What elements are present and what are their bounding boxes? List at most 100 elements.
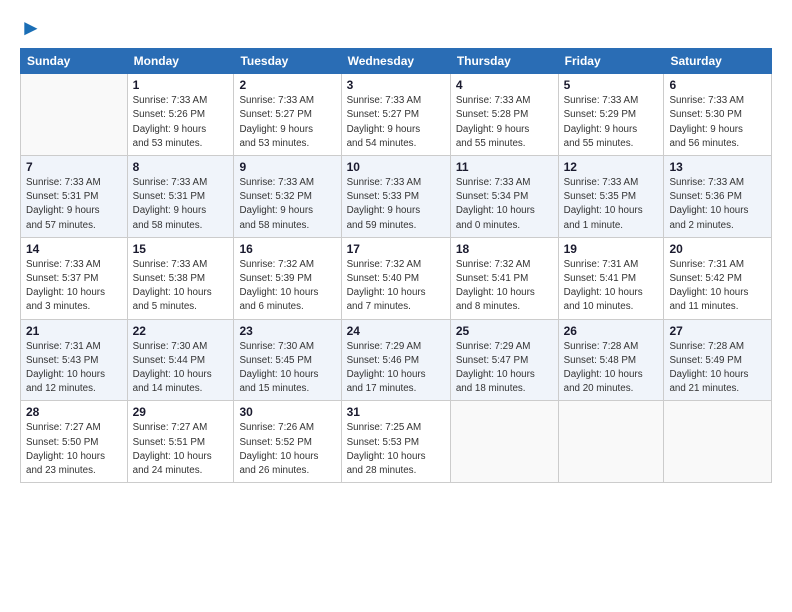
day-number: 25: [456, 324, 553, 338]
day-number: 20: [669, 242, 766, 256]
calendar-cell: 22 Sunrise: 7:30 AMSunset: 5:44 PMDayligh…: [127, 319, 234, 401]
calendar-cell: 23Sunrise: 7:30 AMSunset: 5:45 PMDayligh…: [234, 319, 341, 401]
calendar-cell: 24 Sunrise: 7:29 AMSunset: 5:46 PMDayligh…: [341, 319, 450, 401]
calendar-cell: 1Sunrise: 7:33 AMSunset: 5:26 PMDaylight…: [127, 74, 234, 156]
day-number: 5: [564, 78, 659, 92]
day-number: 24: [347, 324, 445, 338]
calendar-week-row: 28 Sunrise: 7:27 AMSunset: 5:50 PMDayligh…: [21, 401, 772, 483]
calendar-cell: 28 Sunrise: 7:27 AMSunset: 5:50 PMDayligh…: [21, 401, 128, 483]
day-info: Sunrise: 7:32 AMSunset: 5:41 PMDaylight:…: [456, 258, 553, 315]
day-info: Sunrise: 7:25 AMSunset: 5:53 PMDaylight:…: [347, 421, 445, 478]
day-number: 2: [239, 78, 335, 92]
logo-line1: ►: [20, 16, 42, 40]
day-number: 9: [239, 160, 335, 174]
day-number: 17: [347, 242, 445, 256]
calendar-cell: 4Sunrise: 7:33 AMSunset: 5:28 PMDaylight…: [450, 74, 558, 156]
calendar-cell: 10Sunrise: 7:33 AMSunset: 5:33 PMDayligh…: [341, 156, 450, 238]
day-number: 18: [456, 242, 553, 256]
day-number: 31: [347, 405, 445, 419]
weekday-header-wednesday: Wednesday: [341, 49, 450, 74]
day-number: 21: [26, 324, 122, 338]
calendar-cell: 30Sunrise: 7:26 AMSunset: 5:52 PMDayligh…: [234, 401, 341, 483]
calendar-week-row: 21 Sunrise: 7:31 AMSunset: 5:43 PMDayligh…: [21, 319, 772, 401]
day-info: Sunrise: 7:28 AMSunset: 5:48 PMDaylight:…: [564, 340, 659, 397]
calendar-cell: 19Sunrise: 7:31 AMSunset: 5:41 PMDayligh…: [558, 237, 664, 319]
calendar-week-row: 14Sunrise: 7:33 AMSunset: 5:37 PMDayligh…: [21, 237, 772, 319]
calendar-cell: 27 Sunrise: 7:28 AMSunset: 5:49 PMDayligh…: [664, 319, 772, 401]
day-info: Sunrise: 7:30 AMSunset: 5:44 PMDaylight:…: [133, 340, 229, 397]
day-number: 15: [133, 242, 229, 256]
weekday-header-row: SundayMondayTuesdayWednesdayThursdayFrid…: [21, 49, 772, 74]
day-number: 29: [133, 405, 229, 419]
day-info: Sunrise: 7:33 AMSunset: 5:29 PMDaylight:…: [564, 94, 659, 151]
day-number: 28: [26, 405, 122, 419]
weekday-header-friday: Friday: [558, 49, 664, 74]
weekday-header-thursday: Thursday: [450, 49, 558, 74]
day-info: Sunrise: 7:31 AMSunset: 5:43 PMDaylight:…: [26, 340, 122, 397]
day-info: Sunrise: 7:33 AMSunset: 5:35 PMDaylight:…: [564, 176, 659, 233]
day-number: 8: [133, 160, 229, 174]
day-number: 12: [564, 160, 659, 174]
day-number: 27: [669, 324, 766, 338]
calendar-cell: 31 Sunrise: 7:25 AMSunset: 5:53 PMDayligh…: [341, 401, 450, 483]
calendar-week-row: 1Sunrise: 7:33 AMSunset: 5:26 PMDaylight…: [21, 74, 772, 156]
day-number: 1: [133, 78, 229, 92]
day-info: Sunrise: 7:29 AMSunset: 5:46 PMDaylight:…: [347, 340, 445, 397]
day-number: 6: [669, 78, 766, 92]
calendar-cell: 2Sunrise: 7:33 AMSunset: 5:27 PMDaylight…: [234, 74, 341, 156]
day-number: 14: [26, 242, 122, 256]
day-info: Sunrise: 7:32 AMSunset: 5:40 PMDaylight:…: [347, 258, 445, 315]
header: ►: [20, 16, 772, 40]
day-info: Sunrise: 7:26 AMSunset: 5:52 PMDaylight:…: [239, 421, 335, 478]
day-info: Sunrise: 7:31 AMSunset: 5:42 PMDaylight:…: [669, 258, 766, 315]
page: ► SundayMondayTuesdayWednesdayThursdayFr…: [0, 0, 792, 612]
day-info: Sunrise: 7:33 AMSunset: 5:38 PMDaylight:…: [133, 258, 229, 315]
calendar-cell: 29 Sunrise: 7:27 AMSunset: 5:51 PMDayligh…: [127, 401, 234, 483]
day-number: 23: [239, 324, 335, 338]
calendar-cell: 12 Sunrise: 7:33 AMSunset: 5:35 PMDayligh…: [558, 156, 664, 238]
day-number: 13: [669, 160, 766, 174]
day-number: 22: [133, 324, 229, 338]
calendar-cell: [21, 74, 128, 156]
weekday-header-tuesday: Tuesday: [234, 49, 341, 74]
calendar-cell: 21 Sunrise: 7:31 AMSunset: 5:43 PMDayligh…: [21, 319, 128, 401]
calendar-cell: [664, 401, 772, 483]
calendar-cell: 16 Sunrise: 7:32 AMSunset: 5:39 PMDayligh…: [234, 237, 341, 319]
logo-area: ►: [20, 16, 42, 40]
calendar-cell: 15 Sunrise: 7:33 AMSunset: 5:38 PMDayligh…: [127, 237, 234, 319]
day-info: Sunrise: 7:27 AMSunset: 5:51 PMDaylight:…: [133, 421, 229, 478]
weekday-header-saturday: Saturday: [664, 49, 772, 74]
calendar-cell: 5 Sunrise: 7:33 AMSunset: 5:29 PMDaylight…: [558, 74, 664, 156]
day-number: 16: [239, 242, 335, 256]
calendar-cell: 14Sunrise: 7:33 AMSunset: 5:37 PMDayligh…: [21, 237, 128, 319]
calendar-cell: 17 Sunrise: 7:32 AMSunset: 5:40 PMDayligh…: [341, 237, 450, 319]
calendar-cell: 9 Sunrise: 7:33 AMSunset: 5:32 PMDaylight…: [234, 156, 341, 238]
day-number: 26: [564, 324, 659, 338]
day-info: Sunrise: 7:33 AMSunset: 5:34 PMDaylight:…: [456, 176, 553, 233]
day-info: Sunrise: 7:33 AMSunset: 5:31 PMDaylight:…: [133, 176, 229, 233]
day-info: Sunrise: 7:33 AMSunset: 5:31 PMDaylight:…: [26, 176, 122, 233]
day-number: 4: [456, 78, 553, 92]
day-info: Sunrise: 7:33 AMSunset: 5:36 PMDaylight:…: [669, 176, 766, 233]
weekday-header-monday: Monday: [127, 49, 234, 74]
calendar-week-row: 7Sunrise: 7:33 AMSunset: 5:31 PMDaylight…: [21, 156, 772, 238]
day-info: Sunrise: 7:29 AMSunset: 5:47 PMDaylight:…: [456, 340, 553, 397]
calendar-cell: 20 Sunrise: 7:31 AMSunset: 5:42 PMDayligh…: [664, 237, 772, 319]
day-info: Sunrise: 7:33 AMSunset: 5:32 PMDaylight:…: [239, 176, 335, 233]
day-number: 10: [347, 160, 445, 174]
calendar-cell: 3 Sunrise: 7:33 AMSunset: 5:27 PMDaylight…: [341, 74, 450, 156]
day-info: Sunrise: 7:33 AMSunset: 5:27 PMDaylight:…: [347, 94, 445, 151]
day-info: Sunrise: 7:28 AMSunset: 5:49 PMDaylight:…: [669, 340, 766, 397]
day-info: Sunrise: 7:32 AMSunset: 5:39 PMDaylight:…: [239, 258, 335, 315]
calendar-cell: [558, 401, 664, 483]
day-number: 11: [456, 160, 553, 174]
calendar-table: SundayMondayTuesdayWednesdayThursdayFrid…: [20, 48, 772, 483]
day-number: 3: [347, 78, 445, 92]
day-info: Sunrise: 7:27 AMSunset: 5:50 PMDaylight:…: [26, 421, 122, 478]
calendar-cell: 13 Sunrise: 7:33 AMSunset: 5:36 PMDayligh…: [664, 156, 772, 238]
weekday-header-sunday: Sunday: [21, 49, 128, 74]
calendar-cell: 6Sunrise: 7:33 AMSunset: 5:30 PMDaylight…: [664, 74, 772, 156]
calendar-cell: 18 Sunrise: 7:32 AMSunset: 5:41 PMDayligh…: [450, 237, 558, 319]
calendar-cell: 26 Sunrise: 7:28 AMSunset: 5:48 PMDayligh…: [558, 319, 664, 401]
calendar-cell: 25 Sunrise: 7:29 AMSunset: 5:47 PMDayligh…: [450, 319, 558, 401]
